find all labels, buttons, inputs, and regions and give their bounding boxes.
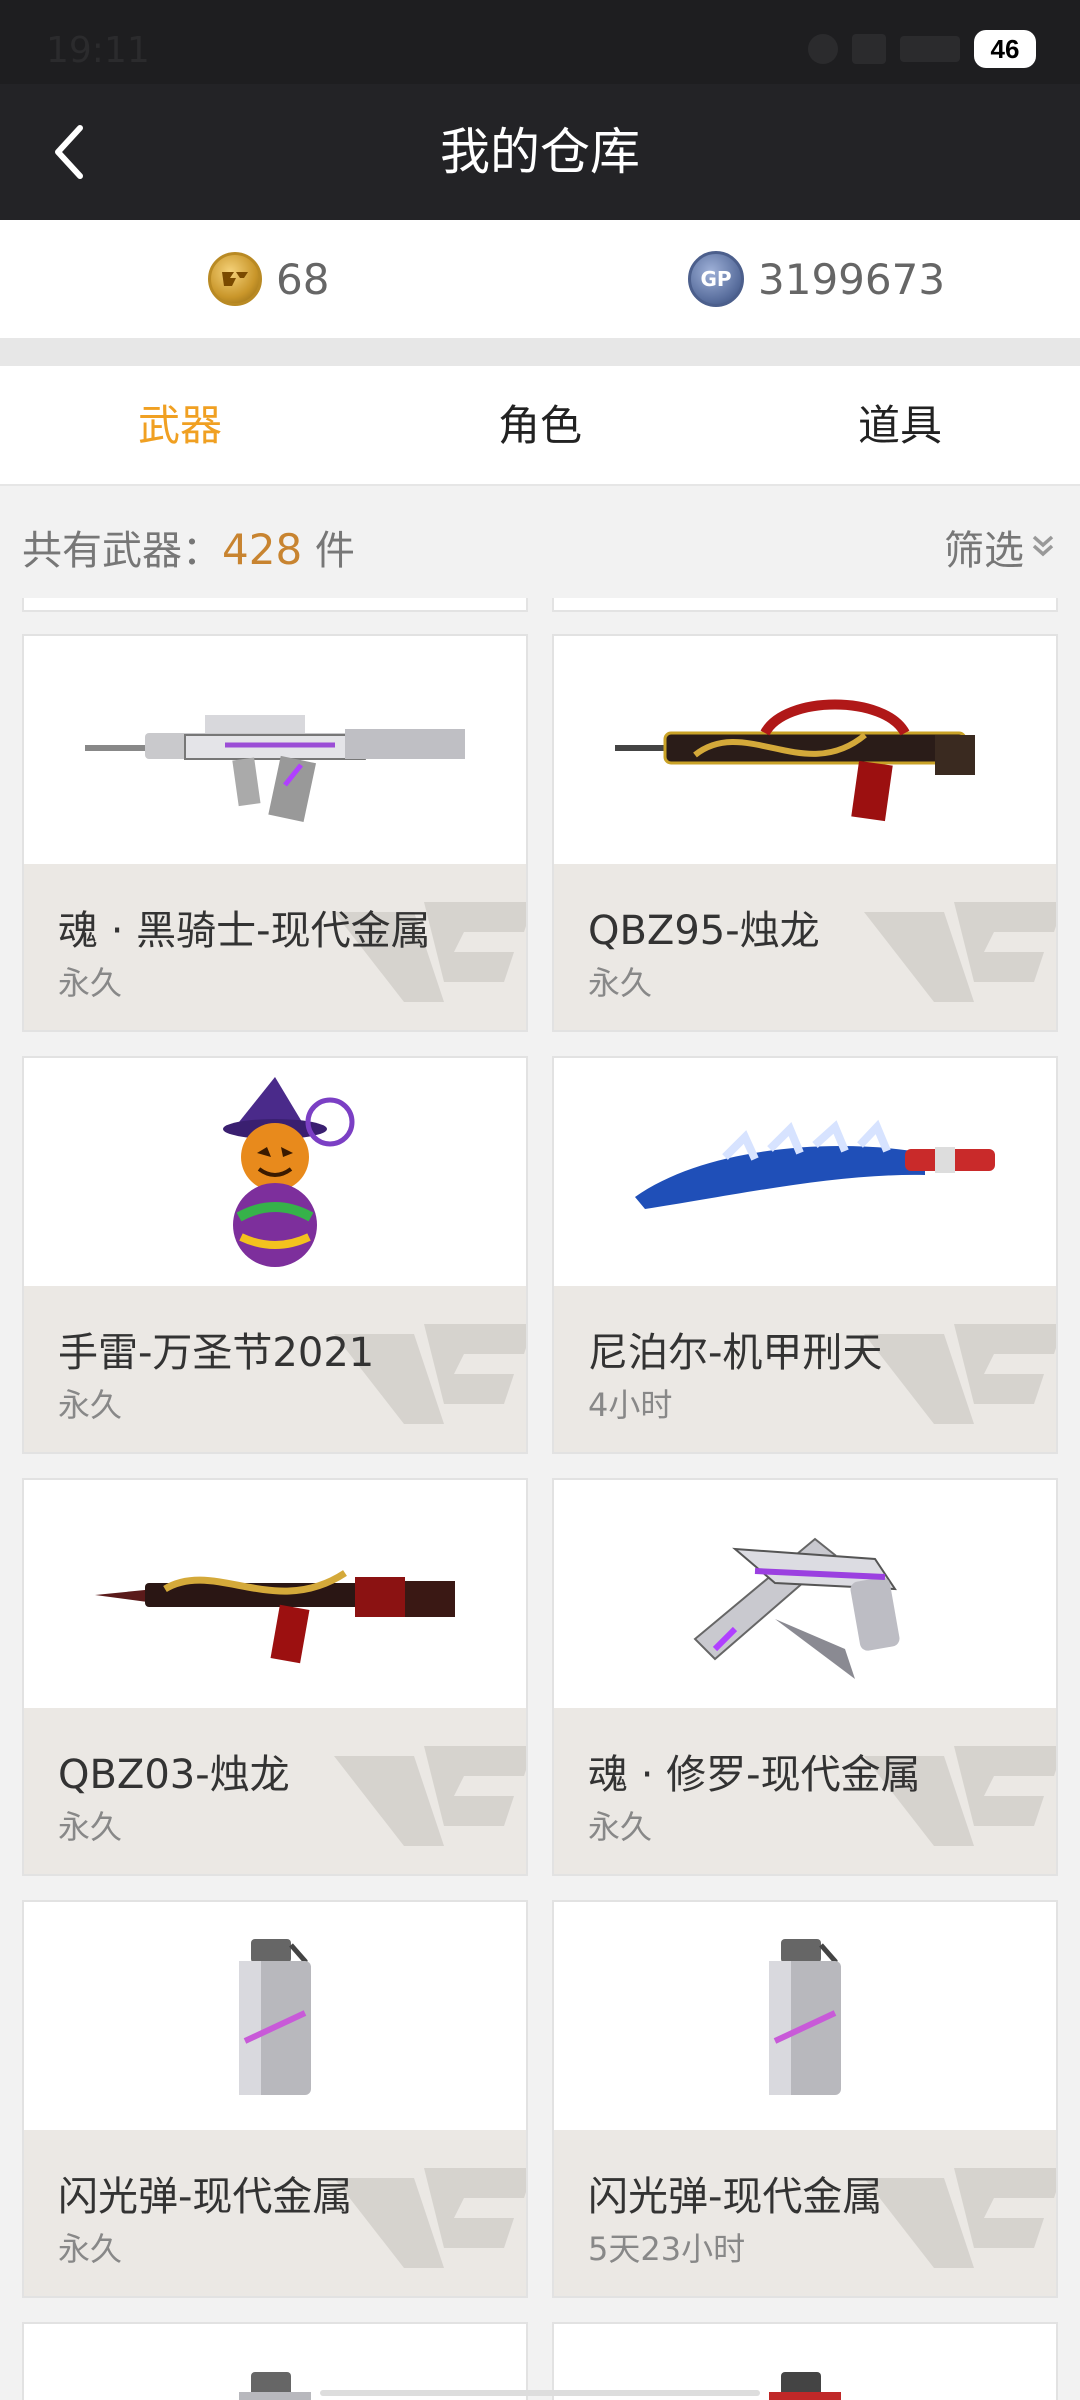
list-item[interactable]: 闪光弹-现代金属 5天23小时: [552, 1900, 1058, 2298]
weapon-count: 共有武器：428 件: [22, 518, 355, 576]
list-item-partial: [552, 598, 1058, 612]
flashbang-icon: [769, 1939, 841, 2095]
category-tabs: 武器 角色 道具: [0, 366, 1080, 486]
item-name: 魂 · 修罗-现代金属: [588, 1752, 921, 1798]
list-item[interactable]: [22, 2322, 528, 2400]
cf-coin-balance: 68: [208, 220, 329, 338]
signal-icon: [900, 36, 960, 62]
rifle-icon: [95, 1570, 455, 1664]
list-item-partial: [22, 598, 528, 612]
item-image: [24, 636, 526, 864]
tab-characters[interactable]: 角色: [360, 366, 720, 484]
gp-coin-icon: GP: [688, 251, 744, 307]
item-image: [554, 1058, 1056, 1286]
item-info: 闪光弹-现代金属 永久: [24, 2130, 526, 2296]
item-name: QBZ95-烛龙: [588, 908, 820, 954]
currency-bar: 68 GP 3199673: [0, 220, 1080, 338]
item-name: 手雷-万圣节2021: [58, 1330, 375, 1376]
item-info: 闪光弹-现代金属 5天23小时: [554, 2130, 1056, 2296]
gp-balance: GP 3199673: [688, 220, 945, 338]
section-divider: [0, 338, 1080, 366]
list-item[interactable]: 手雷-万圣节2021 永久: [22, 1056, 528, 1454]
item-duration: 4小时: [588, 1386, 673, 1424]
cf-coin-amount: 68: [276, 254, 330, 304]
grenade-icon: [223, 1077, 355, 1267]
item-duration: 永久: [58, 964, 123, 1002]
list-item[interactable]: [552, 2322, 1058, 2400]
page-title: 我的仓库: [440, 123, 640, 181]
list-item[interactable]: QBZ03-烛龙 永久: [22, 1478, 528, 1876]
rifle-icon: [615, 699, 975, 822]
list-item[interactable]: 闪光弹-现代金属 永久: [22, 1900, 528, 2298]
status-bar: 19:11 46: [0, 0, 1080, 84]
list-item[interactable]: 魂 · 修罗-现代金属 永久: [552, 1478, 1058, 1876]
rifle-icon: [85, 715, 465, 822]
status-icons: 46: [808, 30, 1036, 68]
item-name: 闪光弹-现代金属: [58, 2174, 353, 2220]
filter-button[interactable]: 筛选: [944, 518, 1058, 576]
item-image: [24, 1902, 526, 2130]
tab-items[interactable]: 道具: [720, 366, 1080, 484]
item-duration: 永久: [58, 1808, 123, 1846]
cf-logo-watermark: [864, 902, 1056, 1002]
item-image: [24, 1058, 526, 1286]
nav-bar: 我的仓库: [0, 84, 1080, 220]
item-info: 手雷-万圣节2021 永久: [24, 1286, 526, 1452]
battery-icon: 46: [974, 30, 1036, 68]
item-image: [24, 1480, 526, 1708]
item-duration: 5天23小时: [588, 2230, 746, 2268]
item-info: QBZ03-烛龙 永久: [24, 1708, 526, 1874]
hd-icon: [852, 34, 886, 64]
home-indicator[interactable]: [320, 2390, 760, 2396]
item-name: 闪光弹-现代金属: [588, 2174, 883, 2220]
item-image: [554, 1480, 1056, 1708]
moon-icon: [808, 34, 838, 64]
item-duration: 永久: [58, 2230, 123, 2268]
item-duration: 永久: [588, 1808, 653, 1846]
pistol-icon: [693, 1537, 900, 1679]
item-image: [554, 1902, 1056, 2130]
cf-coin-icon: [208, 252, 262, 306]
cf-logo-watermark: [334, 1746, 526, 1846]
list-item[interactable]: QBZ95-烛龙 永久: [552, 634, 1058, 1032]
item-info: 魂 · 修罗-现代金属 永久: [554, 1708, 1056, 1874]
item-info: 魂 · 黑骑士-现代金属 永久: [24, 864, 526, 1030]
flashbang-icon: [239, 2372, 311, 2400]
weapon-count-prefix: 共有武器：: [22, 528, 222, 574]
grenade-icon: [769, 2372, 841, 2400]
double-chevron-down-icon: [1032, 535, 1054, 557]
knife-icon: [635, 1119, 995, 1209]
item-image: [554, 636, 1056, 864]
list-item[interactable]: 魂 · 黑骑士-现代金属 永久: [22, 634, 528, 1032]
list-item[interactable]: 尼泊尔-机甲刑天 4小时: [552, 1056, 1058, 1454]
flashbang-icon: [239, 1939, 311, 2095]
item-info: 尼泊尔-机甲刑天 4小时: [554, 1286, 1056, 1452]
cf-logo-watermark: [864, 1324, 1056, 1424]
cf-logo-watermark: [334, 2168, 526, 2268]
tab-weapons[interactable]: 武器: [0, 366, 360, 484]
item-info: QBZ95-烛龙 永久: [554, 864, 1056, 1030]
weapon-count-number: 428: [222, 525, 303, 574]
item-duration: 永久: [588, 964, 653, 1002]
status-time: 19:11: [46, 30, 150, 71]
gp-amount: 3199673: [758, 254, 946, 304]
weapon-count-suffix: 件: [302, 528, 355, 574]
chevron-left-icon: [55, 125, 83, 179]
item-duration: 永久: [58, 1386, 123, 1424]
item-name: QBZ03-烛龙: [58, 1752, 290, 1798]
item-image: [554, 2324, 1056, 2400]
back-button[interactable]: [40, 120, 104, 184]
item-name: 魂 · 黑骑士-现代金属: [58, 908, 431, 954]
filter-label: 筛选: [944, 528, 1024, 574]
summary-bar: 共有武器：428 件 筛选: [0, 488, 1080, 598]
cf-logo-watermark: [864, 2168, 1056, 2268]
item-image: [24, 2324, 526, 2400]
item-name: 尼泊尔-机甲刑天: [588, 1330, 883, 1376]
